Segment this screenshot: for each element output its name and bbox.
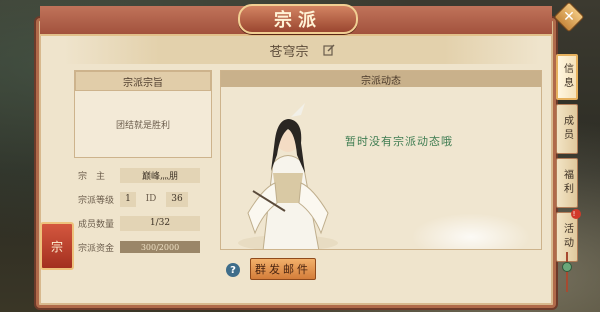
id-value: 36 bbox=[166, 191, 188, 207]
window-title: 宗派 bbox=[238, 4, 358, 34]
mass-mail-button[interactable]: 群发邮件 bbox=[250, 258, 316, 280]
motto-text: 团结就是胜利 bbox=[115, 120, 170, 131]
help-icon[interactable]: ? bbox=[226, 263, 240, 277]
motto-header: 宗派宗旨 bbox=[75, 71, 211, 91]
members-row: 成员数量 1/32 bbox=[74, 214, 212, 232]
leader-row: 宗 主 巅峰灬朋 bbox=[74, 166, 212, 184]
activity-header: 宗派动态 bbox=[221, 71, 541, 87]
tab-members[interactable]: 成员 bbox=[556, 104, 578, 154]
tab-rope-decoration bbox=[566, 252, 568, 292]
sect-banner: 宗 bbox=[40, 222, 74, 270]
funds-value: 300/2000 bbox=[120, 241, 200, 253]
lotus-decoration bbox=[411, 213, 531, 249]
members-value: 1/32 bbox=[120, 215, 200, 231]
members-label: 成员数量 bbox=[78, 219, 115, 230]
level-row: 宗派等级 1 ID 36 bbox=[74, 190, 212, 208]
notification-badge: ! bbox=[571, 209, 581, 219]
tab-welfare[interactable]: 福利 bbox=[556, 158, 578, 208]
activity-panel: 宗派动态 暂时没有宗派动态哦 bbox=[220, 70, 542, 250]
funds-label: 宗派资金 bbox=[78, 243, 115, 254]
tab-activity-label: 活动 bbox=[561, 223, 573, 251]
funds-row: 宗派资金 300/2000 bbox=[74, 238, 212, 256]
level-label: 宗派等级 bbox=[78, 195, 115, 206]
side-tabs: 信息 成员 福利 活动 ! bbox=[556, 54, 581, 266]
motto-box: 宗派宗旨 团结就是胜利 bbox=[74, 70, 212, 158]
activity-empty-message: 暂时没有宗派动态哦 bbox=[345, 135, 453, 148]
edit-icon[interactable] bbox=[322, 44, 335, 56]
tab-info[interactable]: 信息 bbox=[556, 54, 578, 100]
leader-label: 宗 主 bbox=[78, 171, 106, 182]
tab-gem-decoration bbox=[562, 262, 572, 272]
sect-name: 苍穹宗 bbox=[269, 44, 309, 60]
sect-info-column: 宗派宗旨 团结就是胜利 宗 主 巅峰灬朋 宗派等级 1 ID 36 成员数量 1… bbox=[74, 70, 212, 290]
leader-value: 巅峰灬朋 bbox=[120, 167, 200, 183]
character-illustration bbox=[238, 103, 338, 249]
info-rows: 宗 主 巅峰灬朋 宗派等级 1 ID 36 成员数量 1/32 宗派资金 300… bbox=[74, 166, 212, 256]
close-icon[interactable]: ✕ bbox=[558, 6, 580, 28]
id-label: ID bbox=[145, 194, 157, 204]
level-value: 1 bbox=[120, 191, 136, 207]
sect-name-row: 苍穹宗 bbox=[64, 36, 540, 64]
